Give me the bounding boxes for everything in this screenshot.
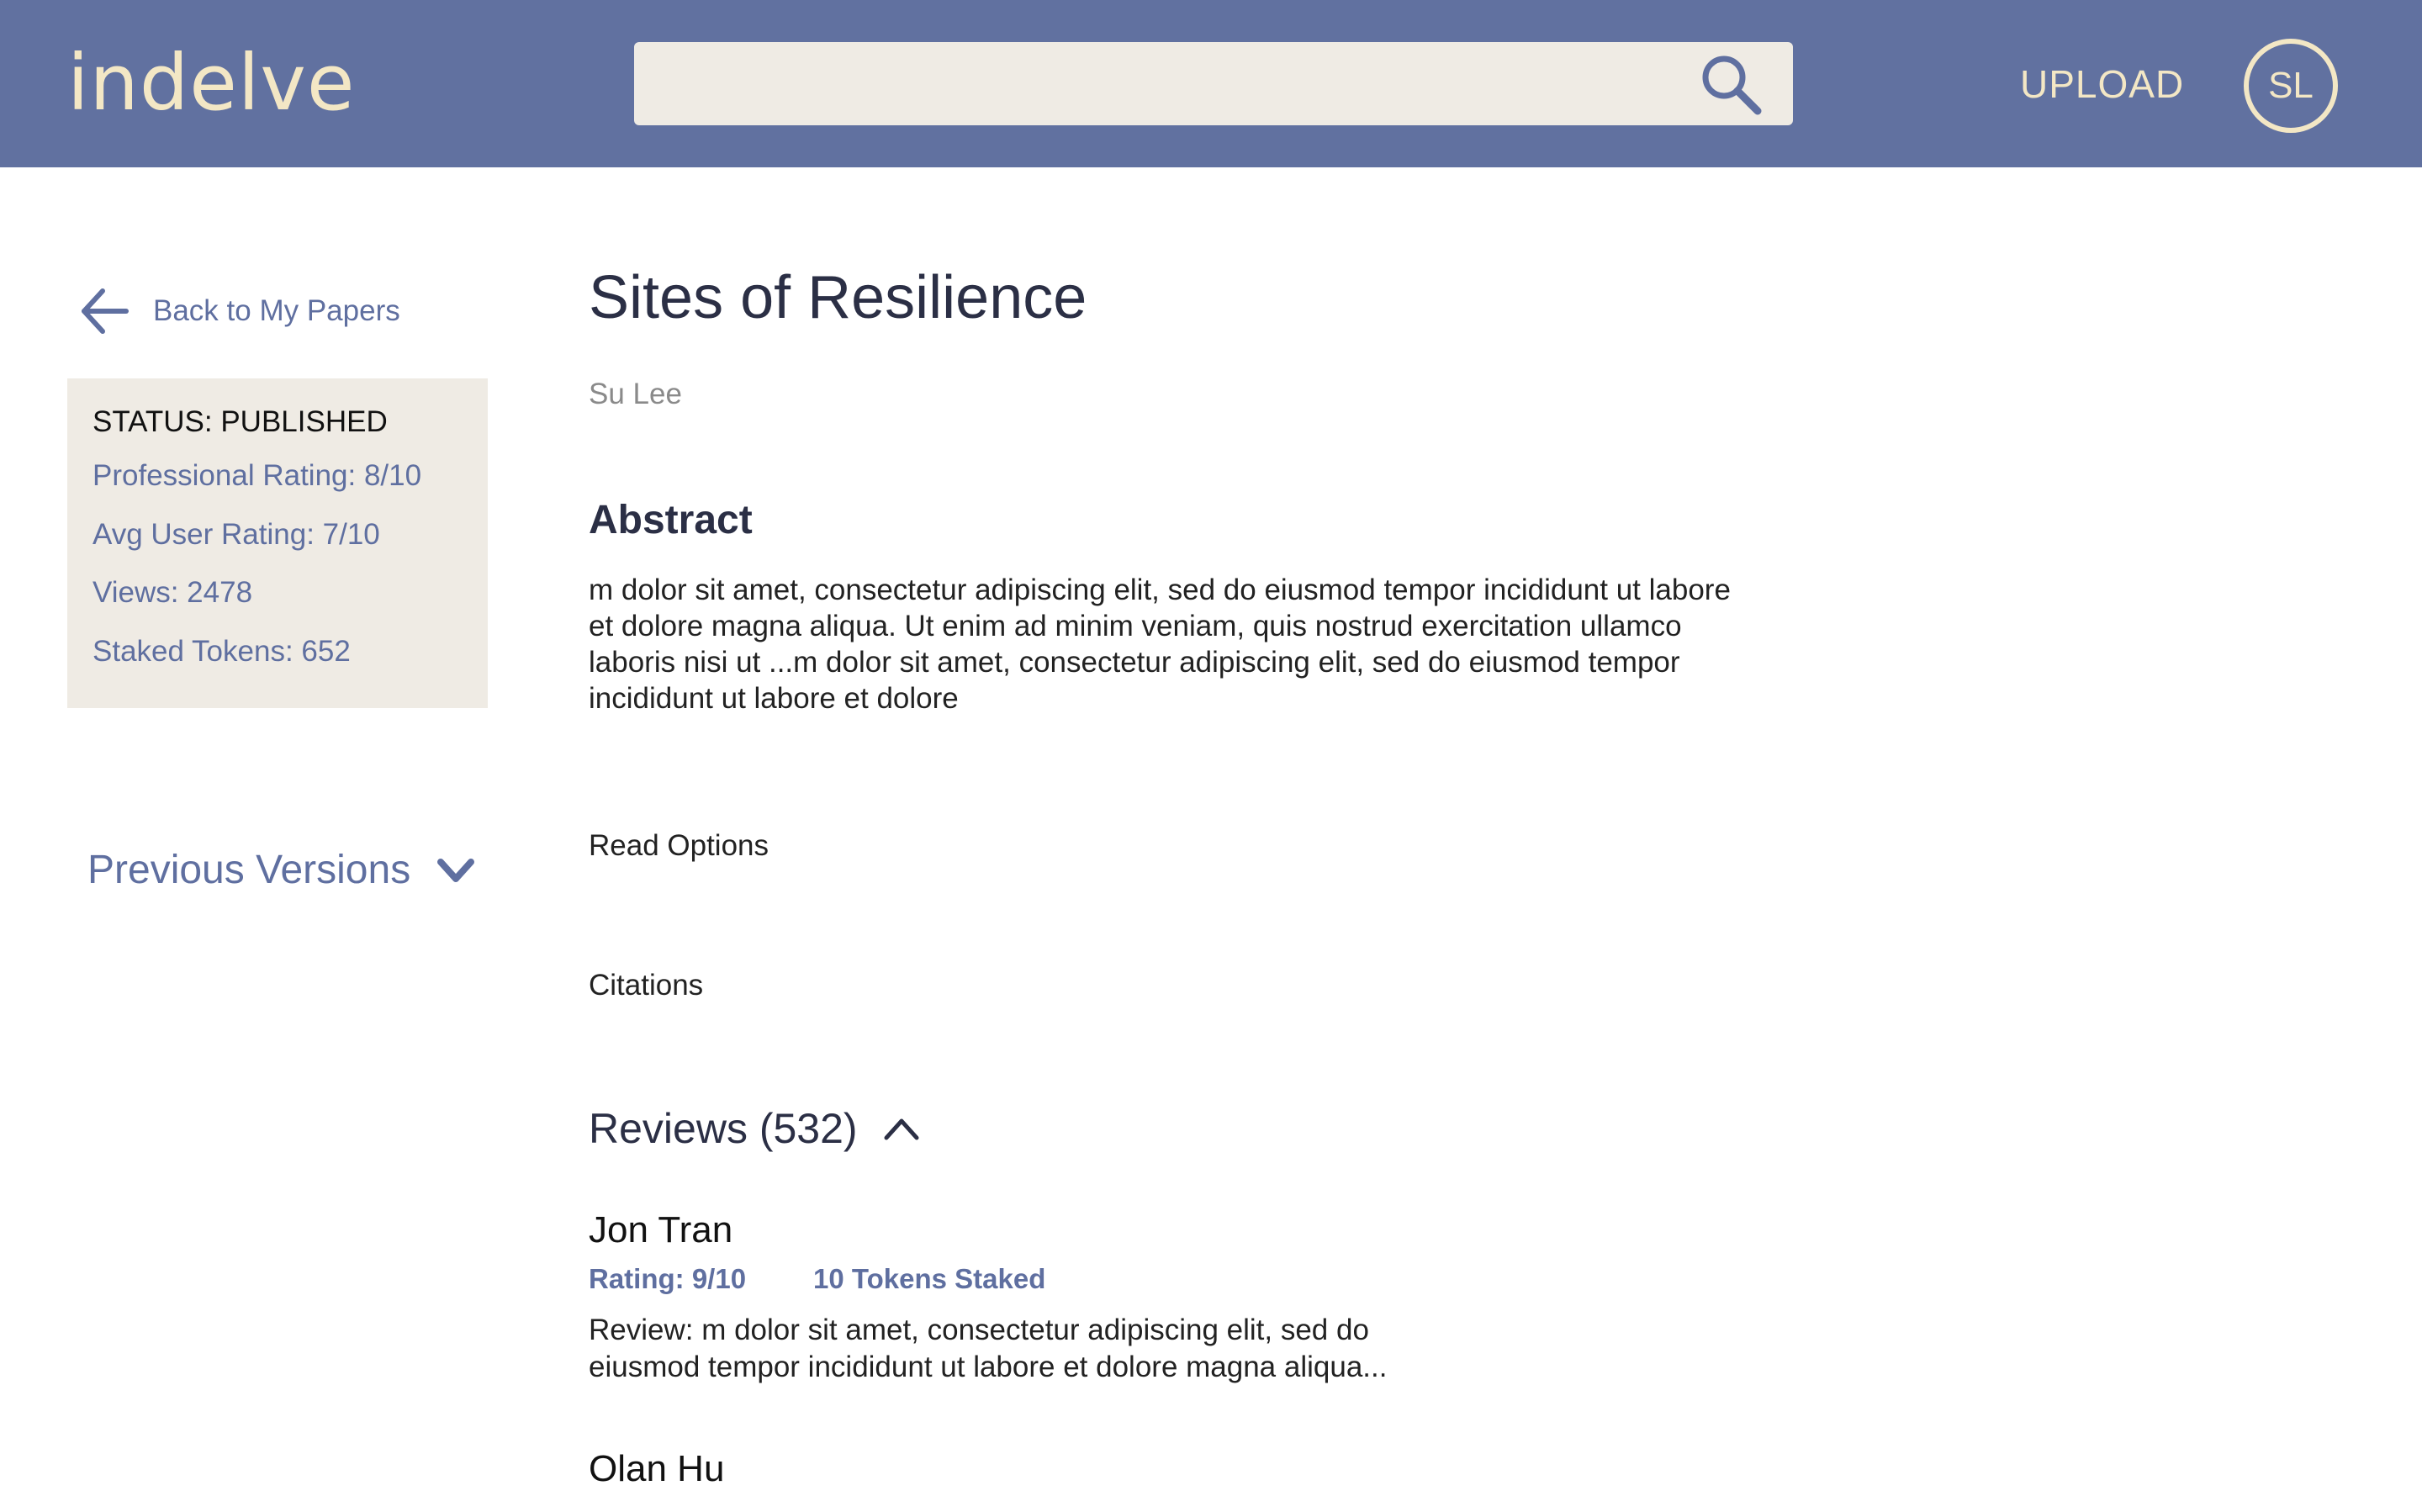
professional-rating: Professional Rating: 8/10 xyxy=(93,459,422,492)
review-tokens-staked: 10 Tokens Staked xyxy=(813,1263,1046,1294)
citations-link[interactable]: Citations xyxy=(589,969,703,1002)
app-logo[interactable]: indelve xyxy=(67,37,355,130)
back-link-label: Back to My Papers xyxy=(153,294,400,327)
page-title: Sites of Resilience xyxy=(589,264,1087,331)
abstract-text: m dolor sit amet, consectetur adipiscing… xyxy=(589,574,1731,715)
review-meta: Rating: 9/10 10 Tokens Staked xyxy=(589,1263,1598,1295)
review-rating: Rating: 9/10 xyxy=(589,1263,747,1294)
back-to-papers-link[interactable]: Back to My Papers xyxy=(77,284,400,338)
abstract-heading: Abstract xyxy=(589,498,753,542)
avatar[interactable]: SL xyxy=(2244,39,2338,133)
top-bar: indelve UPLOAD SL xyxy=(0,0,2422,167)
review-item: Jon Tran Rating: 9/10 10 Tokens Staked Re… xyxy=(589,1209,1598,1386)
staked-tokens: Staked Tokens: 652 xyxy=(93,635,351,668)
reviews-toggle[interactable]: Reviews (532) xyxy=(589,1104,920,1153)
status-label: STATUS: PUBLISHED xyxy=(93,405,388,438)
search-icon[interactable] xyxy=(1697,50,1764,118)
paper-stats-panel: STATUS: PUBLISHED Professional Rating: 8… xyxy=(67,378,488,708)
upload-button[interactable]: UPLOAD xyxy=(2020,61,2184,108)
chevron-up-icon xyxy=(884,1118,919,1140)
reviewer-name[interactable]: Jon Tran xyxy=(589,1209,1598,1251)
read-options-link[interactable]: Read Options xyxy=(589,829,769,863)
previous-versions-label: Previous Versions xyxy=(87,848,411,892)
reviews-heading: Reviews (532) xyxy=(589,1105,858,1152)
search-input[interactable] xyxy=(634,42,1793,125)
review-item: Olan Hu xyxy=(589,1448,1598,1490)
review-body: Review: m dolor sit amet, consectetur ad… xyxy=(589,1314,1388,1383)
arrow-left-icon xyxy=(82,288,129,334)
avg-user-rating: Avg User Rating: 7/10 xyxy=(93,518,380,551)
reviewer-name[interactable]: Olan Hu xyxy=(589,1448,1598,1490)
previous-versions-toggle[interactable]: Previous Versions xyxy=(87,847,476,893)
chevron-down-icon xyxy=(437,858,475,882)
author-name[interactable]: Su Lee xyxy=(589,378,682,411)
views-count: Views: 2478 xyxy=(93,576,253,609)
